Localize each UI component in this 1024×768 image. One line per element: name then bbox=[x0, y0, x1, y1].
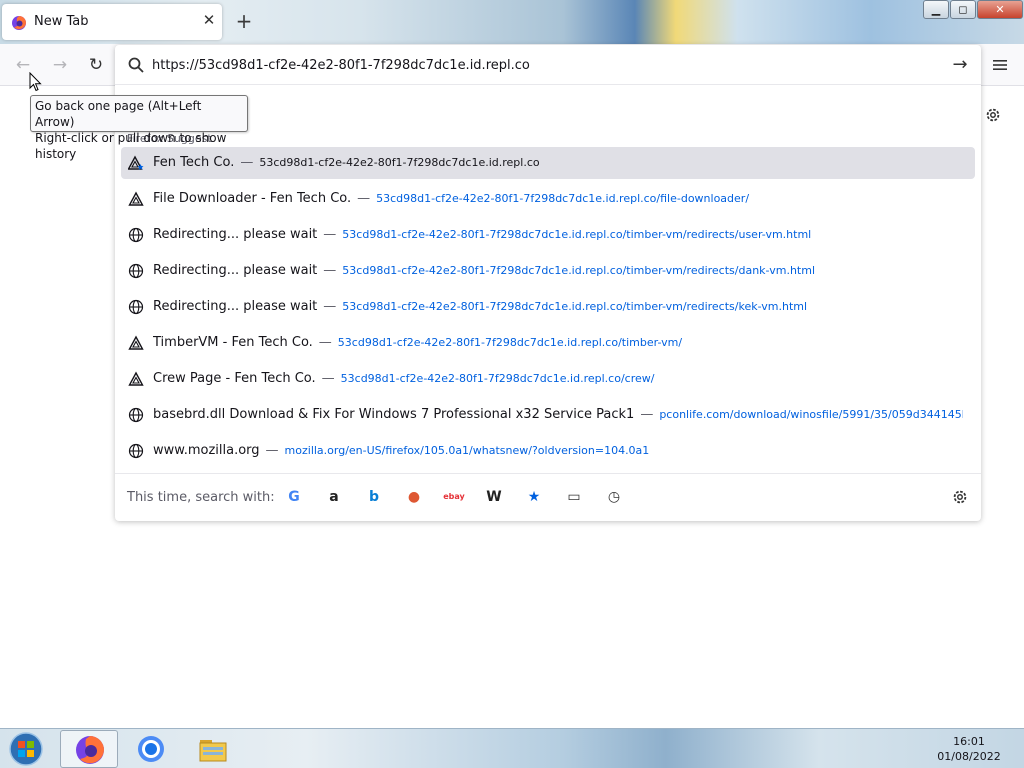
result-title: Redirecting... please wait bbox=[153, 299, 318, 314]
ebay-icon[interactable]: ebay bbox=[443, 488, 465, 506]
result-row[interactable]: Redirecting... please wait — 53cd98d1-cf2e… bbox=[121, 219, 975, 251]
mouse-cursor-icon bbox=[29, 72, 42, 92]
result-url: 53cd98d1-cf2e-42e2-80f1-7f298dc7dc1e.id.… bbox=[259, 156, 540, 169]
hamburger-menu-icon[interactable] bbox=[990, 55, 1010, 75]
result-title: www.mozilla.org bbox=[153, 443, 260, 458]
maximize-button[interactable]: ◻ bbox=[950, 0, 976, 19]
folder-icon bbox=[199, 740, 227, 762]
one-off-search-bar: This time, search with: Ga b ● ebay W ★ ▭ ◷ bbox=[115, 473, 981, 521]
back-button-tooltip: Go back one page (Alt+Left Arrow) Right-… bbox=[30, 95, 248, 161]
result-separator: — bbox=[265, 443, 279, 458]
new-tab-button[interactable]: + bbox=[233, 10, 255, 32]
wikipedia-icon[interactable]: W bbox=[485, 488, 503, 506]
bookmarks-icon[interactable]: ★ bbox=[525, 488, 543, 506]
duckduckgo-icon[interactable]: ● bbox=[405, 488, 423, 506]
history-icon[interactable]: ◷ bbox=[605, 488, 623, 506]
result-line: Crew Page - Fen Tech Co. — 53cd98d1-cf2e-4… bbox=[153, 371, 963, 386]
result-url: mozilla.org/en-US/firefox/105.0a1/whatsn… bbox=[284, 444, 650, 457]
result-line: Redirecting... please wait — 53cd98d1-cf2e… bbox=[153, 299, 963, 314]
tabs-icon[interactable]: ▭ bbox=[565, 488, 583, 506]
result-line: www.mozilla.org — mozilla.org/en-US/firefo… bbox=[153, 443, 963, 458]
result-row[interactable]: Redirecting... please wait — 53cd98d1-cf2e… bbox=[121, 255, 975, 287]
window-controls: ▁ ◻ ✕ bbox=[922, 0, 1023, 20]
result-separator: — bbox=[323, 263, 337, 278]
google-icon[interactable]: G bbox=[285, 488, 303, 506]
result-title: basebrd.dll Download & Fix For Windows 7… bbox=[153, 407, 635, 422]
result-row[interactable]: basebrd.dll Download & Fix For Windows 7… bbox=[121, 399, 975, 431]
taskbar-firefox[interactable] bbox=[60, 730, 118, 768]
taskbar-chrome[interactable] bbox=[122, 730, 180, 768]
result-url: 53cd98d1-cf2e-42e2-80f1-7f298dc7dc1e.id.… bbox=[342, 264, 815, 277]
clock-time: 16:01 bbox=[953, 735, 985, 748]
close-tab-icon[interactable]: ✕ bbox=[201, 12, 217, 28]
result-row[interactable]: Fen Tech Co. —53cd98d1-cf2e-42e2-80f1-7f2… bbox=[121, 147, 975, 179]
result-row[interactable]: File Downloader - Fen Tech Co. — 53cd98d1-… bbox=[121, 183, 975, 215]
tab-new-tab[interactable]: New Tab ✕ bbox=[2, 4, 222, 40]
search-icon bbox=[128, 57, 144, 73]
reload-button[interactable]: ↻ bbox=[87, 56, 105, 74]
result-line: File Downloader - Fen Tech Co. — 53cd98d1-… bbox=[153, 191, 963, 206]
search-settings-gear-icon[interactable] bbox=[951, 488, 969, 506]
result-url: pconlife.com/download/winosfile/5991/35/… bbox=[659, 408, 963, 421]
result-row[interactable]: TimberVM - Fen Tech Co. — 53cd98d1-cf2e-42… bbox=[121, 327, 975, 359]
result-title: Redirecting... please wait bbox=[153, 263, 318, 278]
globe-icon bbox=[128, 299, 144, 315]
result-separator: — bbox=[323, 227, 337, 242]
one-off-label: This time, search with: bbox=[127, 490, 275, 505]
replit-icon bbox=[128, 335, 144, 351]
result-url: 53cd98d1-cf2e-42e2-80f1-7f298dc7dc1e.id.… bbox=[376, 192, 750, 205]
result-separator: — bbox=[357, 191, 371, 206]
replit-icon bbox=[128, 371, 144, 387]
result-line: Fen Tech Co. —53cd98d1-cf2e-42e2-80f1-7f2… bbox=[153, 155, 963, 170]
result-row[interactable]: Crew Page - Fen Tech Co. — 53cd98d1-cf2e-4… bbox=[121, 363, 975, 395]
clock-date: 01/08/2022 bbox=[937, 750, 1001, 763]
tooltip-line-2: Right-click or pull down to show history bbox=[35, 131, 227, 161]
result-separator: — bbox=[323, 299, 337, 314]
urlbar: → bbox=[115, 45, 981, 85]
windows-start-icon[interactable] bbox=[6, 731, 46, 767]
result-title: File Downloader - Fen Tech Co. bbox=[153, 191, 352, 206]
url-input[interactable] bbox=[152, 55, 932, 75]
result-title: TimberVM - Fen Tech Co. bbox=[153, 335, 313, 350]
tab-title: New Tab bbox=[34, 14, 89, 29]
result-row[interactable]: Redirecting... please wait — 53cd98d1-cf2e… bbox=[121, 291, 975, 323]
taskbar: 16:01 01/08/2022 bbox=[0, 728, 1024, 768]
system-clock[interactable]: 16:01 01/08/2022 bbox=[930, 734, 1008, 764]
customize-gear-icon[interactable] bbox=[984, 106, 1002, 124]
firefox-icon bbox=[12, 16, 26, 30]
result-url: 53cd98d1-cf2e-42e2-80f1-7f298dc7dc1e.id.… bbox=[337, 336, 683, 349]
result-title: Crew Page - Fen Tech Co. bbox=[153, 371, 316, 386]
minimize-button[interactable]: ▁ bbox=[923, 0, 949, 19]
taskbar-file-explorer[interactable] bbox=[184, 730, 242, 768]
result-separator: — bbox=[321, 371, 335, 386]
tab-strip: New Tab ✕ + ▁ ◻ ✕ bbox=[0, 0, 1024, 44]
globe-icon bbox=[128, 227, 144, 243]
globe-icon bbox=[128, 263, 144, 279]
close-window-button[interactable]: ✕ bbox=[977, 0, 1023, 19]
result-url: 53cd98d1-cf2e-42e2-80f1-7f298dc7dc1e.id.… bbox=[340, 372, 655, 385]
forward-button[interactable]: → bbox=[51, 56, 69, 74]
firefox-icon bbox=[76, 736, 104, 764]
replit-icon bbox=[128, 191, 144, 207]
result-line: Redirecting... please wait — 53cd98d1-cf2e… bbox=[153, 227, 963, 242]
result-row[interactable]: www.mozilla.org — mozilla.org/en-US/firefo… bbox=[121, 435, 975, 467]
result-url: 53cd98d1-cf2e-42e2-80f1-7f298dc7dc1e.id.… bbox=[342, 228, 812, 241]
tooltip-line-1: Go back one page (Alt+Left Arrow) bbox=[35, 99, 202, 129]
bing-icon[interactable]: b bbox=[365, 488, 383, 506]
result-line: Redirecting... please wait — 53cd98d1-cf2e… bbox=[153, 263, 963, 278]
go-arrow-icon[interactable]: → bbox=[950, 55, 970, 75]
chrome-icon bbox=[138, 736, 164, 762]
globe-icon bbox=[128, 443, 144, 459]
result-separator: — bbox=[318, 335, 332, 350]
result-line: basebrd.dll Download & Fix For Windows 7… bbox=[153, 407, 963, 422]
amazon-icon[interactable]: a bbox=[325, 488, 343, 506]
result-url: 53cd98d1-cf2e-42e2-80f1-7f298dc7dc1e.id.… bbox=[342, 300, 808, 313]
result-separator: — bbox=[640, 407, 654, 422]
result-title: Redirecting... please wait bbox=[153, 227, 318, 242]
result-line: TimberVM - Fen Tech Co. — 53cd98d1-cf2e-42… bbox=[153, 335, 963, 350]
globe-icon bbox=[128, 407, 144, 423]
